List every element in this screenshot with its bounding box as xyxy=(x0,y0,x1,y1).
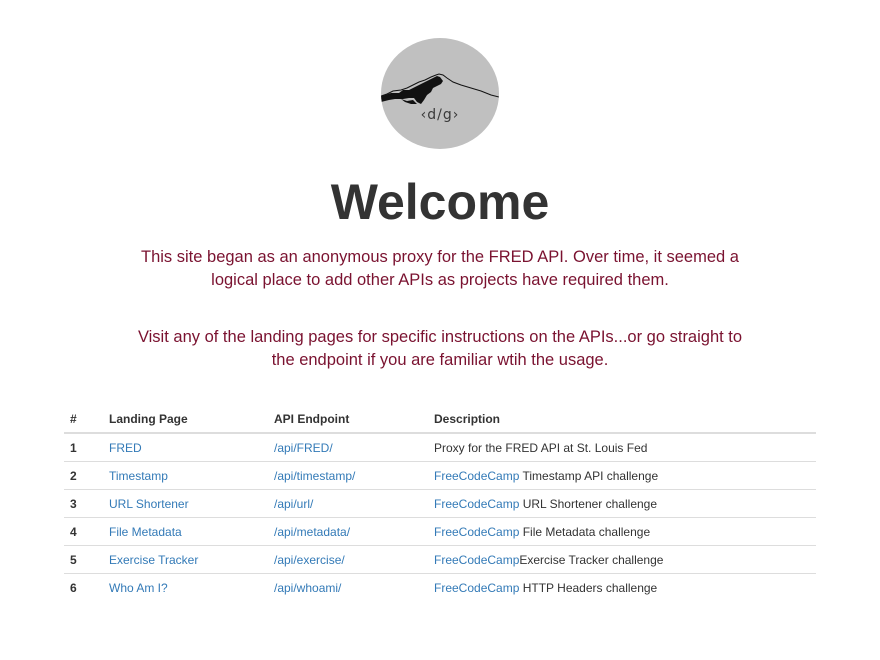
row-num: 2 xyxy=(64,461,103,490)
row-num: 4 xyxy=(64,517,103,546)
mountain-logo-icon xyxy=(381,73,499,104)
freecodecamp-link[interactable]: FreeCodeCamp xyxy=(434,525,519,539)
landing-page-link-timestamp[interactable]: Timestamp xyxy=(109,469,168,483)
description-cell: FreeCodeCamp URL Shortener challenge xyxy=(428,489,816,518)
landing-page-cell: Timestamp xyxy=(103,461,268,490)
endpoint-cell: /api/exercise/ xyxy=(268,545,428,574)
api-table: # Landing Page API Endpoint Description … xyxy=(64,405,816,601)
description-text: URL Shortener challenge xyxy=(519,496,658,511)
endpoint-cell: /api/whoami/ xyxy=(268,573,428,601)
header-num: # xyxy=(64,405,103,434)
intro-paragraph-2: Visit any of the landing pages for speci… xyxy=(137,328,743,369)
endpoint-link-metadata[interactable]: /api/metadata/ xyxy=(274,525,350,539)
landing-page-cell: FRED xyxy=(103,432,268,462)
table-row: 6 Who Am I? /api/whoami/ FreeCodeCamp HT… xyxy=(64,573,816,601)
description-text: HTTP Headers challenge xyxy=(519,580,658,595)
endpoint-cell: /api/timestamp/ xyxy=(268,461,428,490)
landing-page-link-url-shortener[interactable]: URL Shortener xyxy=(109,497,189,511)
description-text: File Metadata challenge xyxy=(519,524,651,539)
row-num: 6 xyxy=(64,573,103,601)
freecodecamp-link[interactable]: FreeCodeCamp xyxy=(434,469,519,483)
description-text: Timestamp API challenge xyxy=(519,468,659,483)
row-num: 3 xyxy=(64,489,103,518)
description-text: Proxy for the FRED API at St. Louis Fed xyxy=(434,440,648,455)
description-text: Exercise Tracker challenge xyxy=(519,552,664,567)
landing-page-cell: Who Am I? xyxy=(103,573,268,601)
table-header: # Landing Page API Endpoint Description xyxy=(64,405,816,434)
logo-text: ‹d/g› xyxy=(420,107,460,123)
endpoint-link-whoami[interactable]: /api/whoami/ xyxy=(274,581,341,595)
intro-paragraph-1: This site began as an anonymous proxy fo… xyxy=(141,248,739,289)
description-cell: FreeCodeCamp HTTP Headers challenge xyxy=(428,573,816,601)
freecodecamp-link[interactable]: FreeCodeCamp xyxy=(434,497,519,511)
table-row: 4 File Metadata /api/metadata/ FreeCodeC… xyxy=(64,517,816,546)
freecodecamp-link[interactable]: FreeCodeCamp xyxy=(434,553,519,567)
page-title: Welcome xyxy=(330,174,550,230)
landing-page-link-exercise-tracker[interactable]: Exercise Tracker xyxy=(109,553,198,567)
header-api-endpoint: API Endpoint xyxy=(268,405,428,434)
page: ‹d/g› Welcome This site began as an anon… xyxy=(0,0,880,660)
endpoint-link-url[interactable]: /api/url/ xyxy=(274,497,313,511)
description-cell: FreeCodeCamp Timestamp API challenge xyxy=(428,461,816,490)
logo: ‹d/g› xyxy=(381,38,499,149)
endpoint-link-timestamp[interactable]: /api/timestamp/ xyxy=(274,469,355,483)
header-landing-page: Landing Page xyxy=(103,405,268,434)
endpoint-cell: /api/FRED/ xyxy=(268,432,428,462)
endpoint-link-fred[interactable]: /api/FRED/ xyxy=(274,441,333,455)
landing-page-cell: URL Shortener xyxy=(103,489,268,518)
row-num: 5 xyxy=(64,545,103,574)
landing-page-link-fred[interactable]: FRED xyxy=(109,441,142,455)
table-row: 3 URL Shortener /api/url/ FreeCodeCamp U… xyxy=(64,489,816,518)
endpoint-link-exercise[interactable]: /api/exercise/ xyxy=(274,553,345,567)
description-cell: FreeCodeCamp File Metadata challenge xyxy=(428,517,816,546)
landing-page-cell: Exercise Tracker xyxy=(103,545,268,574)
description-cell: Proxy for the FRED API at St. Louis Fed xyxy=(428,432,816,462)
endpoint-cell: /api/url/ xyxy=(268,489,428,518)
table-header-row: # Landing Page API Endpoint Description xyxy=(64,405,816,434)
header-description: Description xyxy=(428,405,816,434)
landing-page-link-who-am-i[interactable]: Who Am I? xyxy=(109,581,168,595)
table-row: 1 FRED /api/FRED/ Proxy for the FRED API… xyxy=(64,432,816,462)
description-cell: FreeCodeCampExercise Tracker challenge xyxy=(428,545,816,574)
landing-page-cell: File Metadata xyxy=(103,517,268,546)
landing-page-link-file-metadata[interactable]: File Metadata xyxy=(109,525,182,539)
freecodecamp-link[interactable]: FreeCodeCamp xyxy=(434,581,519,595)
table-row: 5 Exercise Tracker /api/exercise/ FreeCo… xyxy=(64,545,816,574)
table-body: 1 FRED /api/FRED/ Proxy for the FRED API… xyxy=(64,432,816,601)
table-row: 2 Timestamp /api/timestamp/ FreeCodeCamp… xyxy=(64,461,816,490)
row-num: 1 xyxy=(64,432,103,462)
endpoint-cell: /api/metadata/ xyxy=(268,517,428,546)
